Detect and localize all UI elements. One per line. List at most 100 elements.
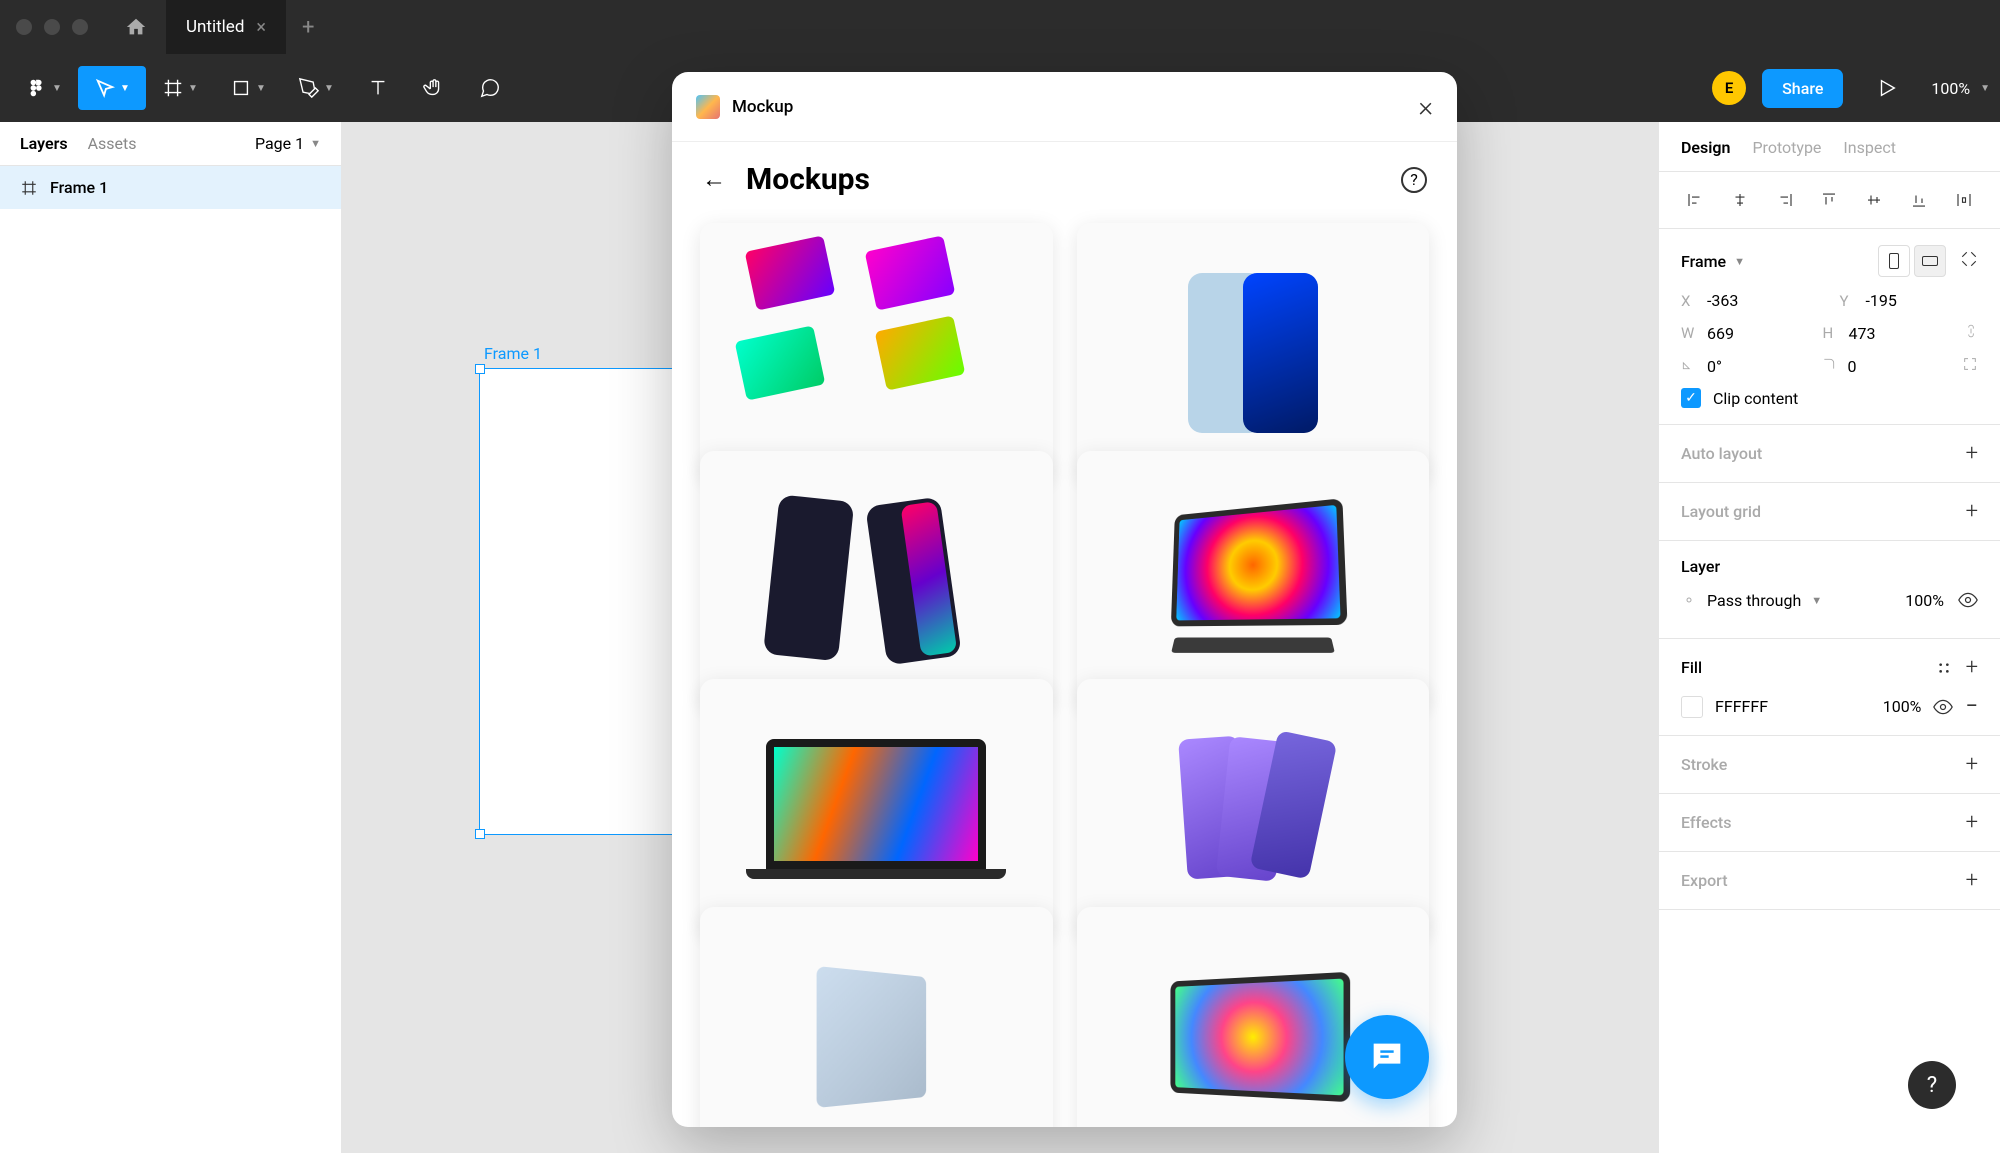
move-tool-button[interactable]: ▼ bbox=[78, 66, 146, 110]
main-menu-button[interactable]: ▼ bbox=[10, 66, 78, 110]
portrait-button[interactable] bbox=[1878, 245, 1910, 277]
minimize-window-button[interactable] bbox=[44, 19, 60, 35]
close-tab-button[interactable]: × bbox=[256, 17, 266, 38]
tab-title: Untitled bbox=[186, 17, 244, 37]
rectangle-icon bbox=[230, 77, 252, 99]
link-icon bbox=[1964, 322, 1978, 340]
corner-input[interactable]: 0 bbox=[1848, 357, 1857, 376]
align-left-button[interactable] bbox=[1681, 186, 1709, 214]
w-input[interactable]: 669 bbox=[1707, 324, 1734, 343]
chat-support-button[interactable] bbox=[1345, 1015, 1429, 1099]
align-right-button[interactable] bbox=[1771, 186, 1799, 214]
document-tab[interactable]: Untitled × bbox=[166, 0, 286, 54]
align-center-v-button[interactable] bbox=[1860, 186, 1888, 214]
hand-tool-button[interactable] bbox=[406, 66, 462, 110]
frame-label[interactable]: Frame 1 bbox=[484, 344, 542, 363]
constrain-proportions-button[interactable] bbox=[1964, 322, 1978, 344]
home-button[interactable] bbox=[118, 9, 154, 45]
styles-icon[interactable] bbox=[1936, 660, 1952, 676]
fill-color-swatch[interactable] bbox=[1681, 696, 1703, 718]
x-input[interactable]: -363 bbox=[1707, 291, 1738, 310]
align-top-button[interactable] bbox=[1815, 186, 1843, 214]
fill-opacity-input[interactable]: 100% bbox=[1883, 697, 1922, 716]
new-tab-button[interactable]: + bbox=[286, 15, 330, 40]
mockup-item-samsung[interactable] bbox=[1077, 679, 1430, 938]
add-stroke-button[interactable]: + bbox=[1966, 752, 1978, 777]
h-input[interactable]: 473 bbox=[1849, 324, 1876, 343]
tab-prototype[interactable]: Prototype bbox=[1752, 138, 1821, 157]
add-export-button[interactable]: + bbox=[1966, 868, 1978, 893]
cursor-icon bbox=[94, 77, 116, 99]
mockup-item-iphone-pro[interactable] bbox=[1077, 223, 1430, 482]
tab-assets[interactable]: Assets bbox=[88, 134, 137, 153]
distribute-button[interactable] bbox=[1950, 186, 1978, 214]
pen-tool-button[interactable]: ▼ bbox=[282, 66, 350, 110]
landscape-icon bbox=[1922, 256, 1938, 266]
visibility-icon[interactable] bbox=[1958, 590, 1978, 610]
back-button[interactable]: ← bbox=[702, 165, 726, 194]
comment-tool-button[interactable] bbox=[462, 66, 518, 110]
share-button[interactable]: Share bbox=[1762, 69, 1843, 108]
tab-layers[interactable]: Layers bbox=[20, 134, 68, 153]
close-window-button[interactable] bbox=[16, 19, 32, 35]
align-bottom-button[interactable] bbox=[1905, 186, 1933, 214]
y-input[interactable]: -195 bbox=[1866, 291, 1897, 310]
checkbox-checked-icon: ✓ bbox=[1681, 388, 1701, 408]
app-help-button[interactable]: ? bbox=[1908, 1061, 1956, 1109]
tab-inspect[interactable]: Inspect bbox=[1843, 138, 1896, 157]
remove-fill-button[interactable]: − bbox=[1965, 694, 1978, 719]
mockup-item-fold[interactable] bbox=[700, 907, 1053, 1127]
add-effect-button[interactable]: + bbox=[1966, 810, 1978, 835]
mockup-item-ipads[interactable] bbox=[700, 223, 1053, 482]
modal-title: Mockups bbox=[746, 162, 870, 197]
fill-section-title: Fill bbox=[1681, 658, 1702, 677]
close-modal-button[interactable]: × bbox=[1418, 90, 1433, 123]
mockup-item-ipad-stand[interactable] bbox=[1077, 451, 1430, 710]
add-layout-grid-button[interactable]: + bbox=[1966, 499, 1978, 524]
page-selector[interactable]: Page 1 ▼ bbox=[255, 134, 321, 153]
x-label: X bbox=[1681, 292, 1697, 310]
rotation-icon bbox=[1681, 357, 1697, 375]
visibility-icon[interactable] bbox=[1933, 697, 1953, 717]
figma-logo-icon bbox=[26, 77, 48, 99]
layer-opacity-input[interactable]: 100% bbox=[1905, 591, 1944, 610]
effects-title: Effects bbox=[1681, 813, 1732, 832]
layer-section: Layer Pass through ▼ 100% bbox=[1659, 541, 2000, 639]
mockup-item-macbook[interactable] bbox=[700, 679, 1053, 938]
present-button[interactable] bbox=[1859, 66, 1915, 110]
align-bottom-icon bbox=[1910, 191, 1928, 209]
clip-content-checkbox[interactable]: ✓ Clip content bbox=[1681, 388, 1978, 408]
chevron-down-icon: ▼ bbox=[1734, 255, 1745, 268]
blend-mode-select[interactable]: Pass through bbox=[1707, 591, 1801, 610]
text-tool-button[interactable] bbox=[350, 66, 406, 110]
add-auto-layout-button[interactable]: + bbox=[1966, 441, 1978, 466]
chat-icon bbox=[1367, 1037, 1407, 1077]
left-panel: Layers Assets Page 1 ▼ Frame 1 bbox=[0, 122, 342, 1153]
stroke-section: Stroke + bbox=[1659, 736, 2000, 794]
align-center-h-button[interactable] bbox=[1726, 186, 1754, 214]
home-icon bbox=[125, 16, 147, 38]
frame-tool-button[interactable]: ▼ bbox=[146, 66, 214, 110]
resize-handle-bottom-left[interactable] bbox=[475, 829, 485, 839]
independent-corners-button[interactable] bbox=[1962, 356, 1978, 376]
maximize-window-button[interactable] bbox=[72, 19, 88, 35]
add-fill-button[interactable]: + bbox=[1966, 655, 1978, 680]
user-avatar[interactable]: E bbox=[1712, 71, 1746, 105]
rotation-input[interactable]: 0° bbox=[1707, 357, 1722, 376]
pen-icon bbox=[298, 77, 320, 99]
fill-hex-input[interactable]: FFFFFF bbox=[1715, 697, 1871, 716]
comment-icon bbox=[479, 77, 501, 99]
resize-handle-top-left[interactable] bbox=[475, 364, 485, 374]
zoom-value: 100% bbox=[1931, 79, 1970, 98]
avatar-letter: E bbox=[1725, 79, 1733, 97]
help-button[interactable]: ? bbox=[1401, 167, 1427, 193]
resize-to-fit-button[interactable] bbox=[1960, 250, 1978, 272]
layer-item-frame1[interactable]: Frame 1 bbox=[0, 166, 341, 209]
mockup-item-iphone-dark[interactable] bbox=[700, 451, 1053, 710]
zoom-selector[interactable]: 100% ▼ bbox=[1931, 79, 1990, 98]
tab-design[interactable]: Design bbox=[1681, 138, 1730, 157]
landscape-button[interactable] bbox=[1914, 245, 1946, 277]
shape-tool-button[interactable]: ▼ bbox=[214, 66, 282, 110]
w-label: W bbox=[1681, 324, 1697, 342]
align-right-icon bbox=[1776, 191, 1794, 209]
